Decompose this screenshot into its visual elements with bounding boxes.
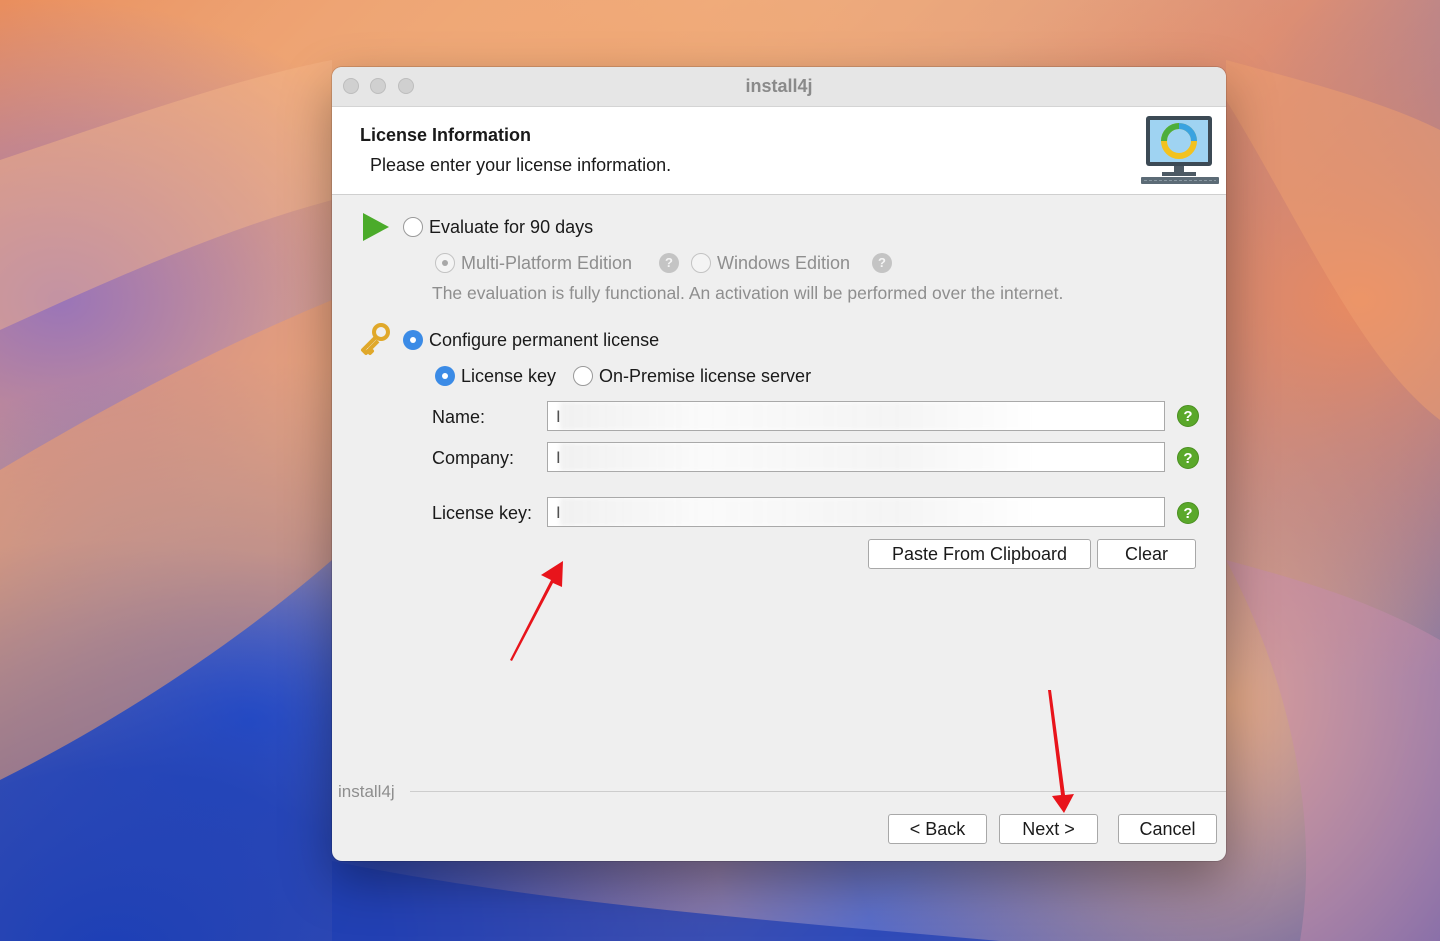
title-bar: install4j <box>332 67 1226 107</box>
multi-platform-radio <box>435 253 455 273</box>
redaction-blur <box>560 443 1036 471</box>
windows-edition-label: Windows Edition <box>717 253 851 273</box>
evaluation-note: The evaluation is fully functional. An a… <box>432 283 1064 303</box>
name-field[interactable]: I <box>547 401 1165 431</box>
cancel-button[interactable]: Cancel <box>1118 814 1217 844</box>
page-title: License Information <box>360 125 532 145</box>
back-button[interactable]: < Back <box>888 814 987 844</box>
license-key-option-label[interactable]: License key <box>461 366 556 387</box>
page-subtitle: Please enter your license information. <box>370 155 672 175</box>
key-icon <box>361 323 390 355</box>
license-key-help-icon[interactable]: ? <box>1177 502 1199 524</box>
redaction-blur <box>560 498 1036 526</box>
multi-platform-help-icon: ? <box>659 253 679 273</box>
next-button[interactable]: Next > <box>999 814 1098 844</box>
play-arrow-icon <box>363 213 389 241</box>
footer-divider <box>410 791 1226 792</box>
windows-edition-help-icon: ? <box>872 253 892 273</box>
clear-button[interactable]: Clear <box>1097 539 1196 569</box>
license-key-radio[interactable] <box>435 366 455 386</box>
windows-edition-radio <box>691 253 711 273</box>
on-premise-radio[interactable] <box>573 366 593 386</box>
paste-from-clipboard-button[interactable]: Paste From Clipboard <box>868 539 1091 569</box>
evaluate-radio[interactable] <box>403 217 423 237</box>
name-label: Name: <box>432 407 486 427</box>
evaluate-label[interactable]: Evaluate for 90 days <box>429 217 593 238</box>
installer-window: install4j License Information Please ent… <box>332 67 1226 861</box>
company-label: Company: <box>432 448 515 468</box>
company-field[interactable]: I <box>547 442 1165 472</box>
computer-monitor-icon <box>1141 116 1219 184</box>
license-key-label: License key: <box>432 503 533 523</box>
window-title: install4j <box>745 76 813 96</box>
permanent-license-label[interactable]: Configure permanent license <box>429 330 659 351</box>
on-premise-label[interactable]: On-Premise license server <box>599 366 811 387</box>
company-help-icon[interactable]: ? <box>1177 447 1199 469</box>
footer-brand: install4j <box>338 782 395 801</box>
name-help-icon[interactable]: ? <box>1177 405 1199 427</box>
redaction-blur <box>560 402 1036 430</box>
license-key-field[interactable]: I <box>547 497 1165 527</box>
page-header: License Information Please enter your li… <box>332 107 1226 195</box>
multi-platform-label: Multi-Platform Edition <box>461 253 633 273</box>
permanent-license-radio[interactable] <box>403 330 423 350</box>
